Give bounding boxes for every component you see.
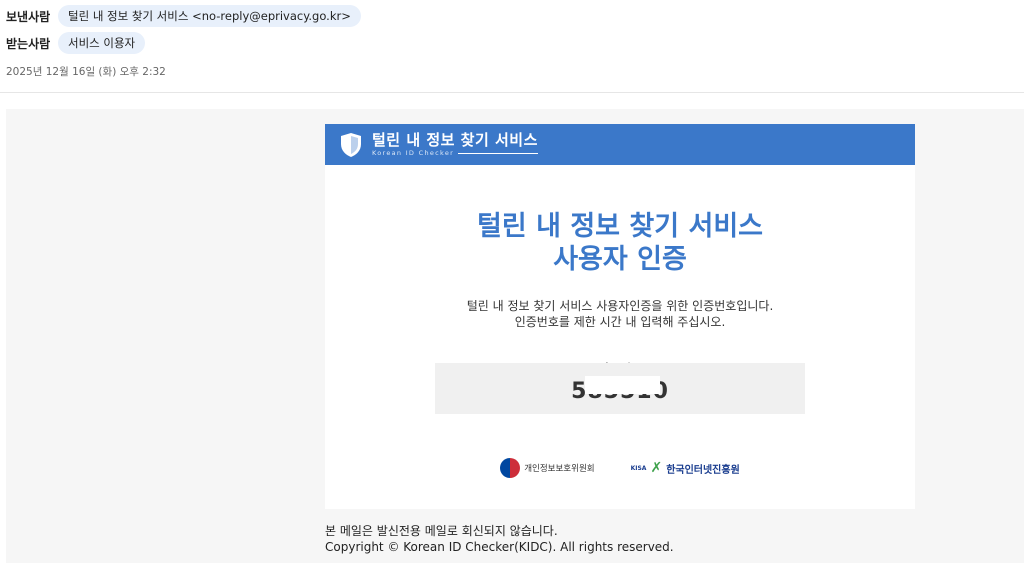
brand-title: 털린 내 정보 찾기 서비스 — [372, 131, 538, 149]
recipient-label: 받는사람 — [6, 36, 51, 51]
email-banner: 털린 내 정보 찾기 서비스 Korean ID Checker — [325, 124, 915, 165]
brand-logo: 털린 내 정보 찾기 서비스 Korean ID Checker — [372, 131, 539, 158]
description-line1: 털린 내 정보 찾기 서비스 사용자인증을 위한 인증번호입니다. — [466, 299, 774, 313]
brand-subtitle: Korean ID Checker — [372, 149, 539, 158]
sender-label: 보낸사람 — [6, 9, 51, 24]
kisa-logo-text: 한국인터넷진흥원 — [666, 464, 740, 476]
sender-chip[interactable]: 털린 내 정보 찾기 서비스 <no-reply@eprivacy.go.kr> — [58, 5, 361, 27]
sender-row: 보낸사람 털린 내 정보 찾기 서비스 <no-reply@eprivacy.g… — [6, 5, 361, 27]
verification-code-box: 585510 — [435, 363, 805, 414]
recipient-chip[interactable]: 서비스 이용자 — [58, 32, 146, 54]
taegeuk-icon — [500, 458, 521, 478]
main-title: 털린 내 정보 찾기 서비스 사용자 인증 — [325, 210, 915, 276]
pipc-logo: 개인정보보호위원회 — [500, 458, 595, 478]
email-card: 털린 내 정보 찾기 서비스 Korean ID Checker 털린 내 정보… — [325, 124, 915, 509]
main-title-line2: 사용자 인증 — [553, 244, 687, 275]
sent-date: 2025년 12월 16일 (화) 오후 2:32 — [6, 66, 166, 78]
description-line2: 인증번호를 제한 시간 내 입력해 주십시오. — [514, 315, 726, 329]
email-header: 보낸사람 털린 내 정보 찾기 서비스 <no-reply@eprivacy.g… — [0, 0, 1024, 93]
main-title-line1: 털린 내 정보 찾기 서비스 — [477, 211, 763, 242]
shield-icon — [341, 132, 361, 157]
kisa-mark-icon: ✗ — [650, 460, 663, 476]
email-footer: 본 메일은 발신전용 메일로 회신되지 않습니다. Copyright © Ko… — [325, 523, 674, 555]
footer-copyright: Copyright © Korean ID Checker(KIDC). All… — [325, 540, 674, 554]
kisa-small-text: KISA — [630, 464, 647, 472]
footer-notice: 본 메일은 발신전용 메일로 회신되지 않습니다. — [325, 524, 558, 538]
kisa-logo: KISA ✗ 한국인터넷진흥원 — [631, 461, 740, 476]
brand-subtitle-text: Korean ID Checker — [372, 149, 455, 157]
code-redaction-mask — [585, 376, 660, 394]
brand-underline — [458, 153, 539, 154]
partner-logos: 개인정보보호위원회 KISA ✗ 한국인터넷진흥원 — [325, 458, 915, 478]
pipc-logo-text: 개인정보보호위원회 — [524, 464, 595, 474]
description: 털린 내 정보 찾기 서비스 사용자인증을 위한 인증번호입니다. 인증번호를 … — [325, 298, 915, 330]
recipient-row: 받는사람 서비스 이용자 — [6, 32, 146, 54]
